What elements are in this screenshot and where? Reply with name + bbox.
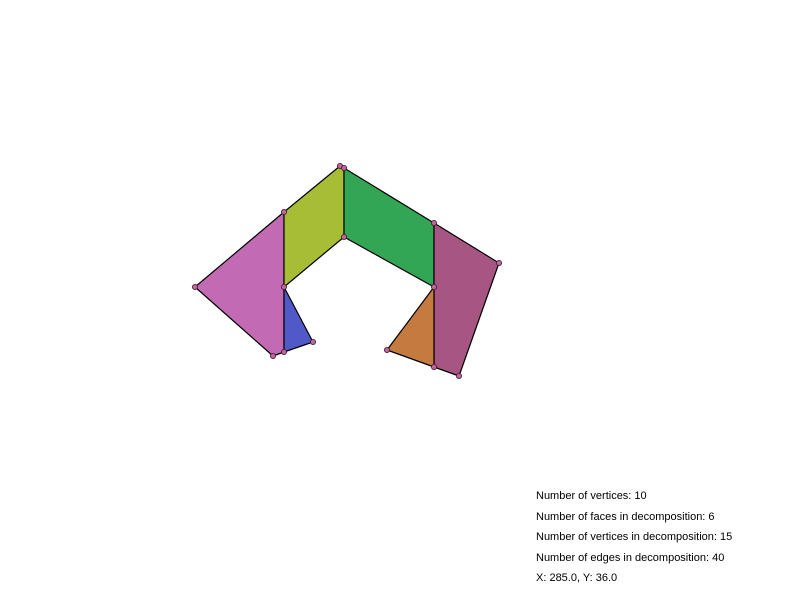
cursor-coordinates-text: X: 285.0, Y: 36.0 <box>536 572 618 584</box>
vertex-point[interactable] <box>280 283 287 290</box>
vertex-point[interactable] <box>191 283 198 290</box>
face-magenta-right[interactable] <box>433 222 500 377</box>
face-pink-left[interactable] <box>194 211 285 357</box>
vertex-point[interactable] <box>340 233 347 240</box>
edge-count-text: Number of edges in decomposition: 40 <box>536 551 725 564</box>
stats-panel: Number of vertices: 10 Number of faces i… <box>536 486 732 589</box>
face-orange-triangle[interactable] <box>386 286 435 368</box>
vertex-point[interactable] <box>280 208 287 215</box>
vertex-point[interactable] <box>280 348 287 355</box>
vertex-point[interactable] <box>383 346 390 353</box>
vertex-point[interactable] <box>430 363 437 370</box>
vertex-point[interactable] <box>309 338 316 345</box>
faces-layer <box>194 165 500 377</box>
face-blue-triangle[interactable] <box>283 286 314 353</box>
vertex-point[interactable] <box>269 352 276 359</box>
vertex-point[interactable] <box>455 372 462 379</box>
canvas[interactable]: Number of vertices: 10 Number of faces i… <box>0 0 793 594</box>
vertex-count-text: Number of vertices: 10 <box>536 490 647 502</box>
decomposition-vertex-count-text: Number of vertices in decomposition: 15 <box>536 531 733 543</box>
face-green[interactable] <box>343 167 435 288</box>
face-count-text: Number of faces in decomposition: 6 <box>536 510 715 523</box>
vertex-point[interactable] <box>430 219 437 226</box>
vertex-point[interactable] <box>495 259 502 266</box>
face-yellow-green[interactable] <box>283 165 345 288</box>
vertex-point[interactable] <box>340 164 347 171</box>
vertex-point[interactable] <box>430 283 437 290</box>
